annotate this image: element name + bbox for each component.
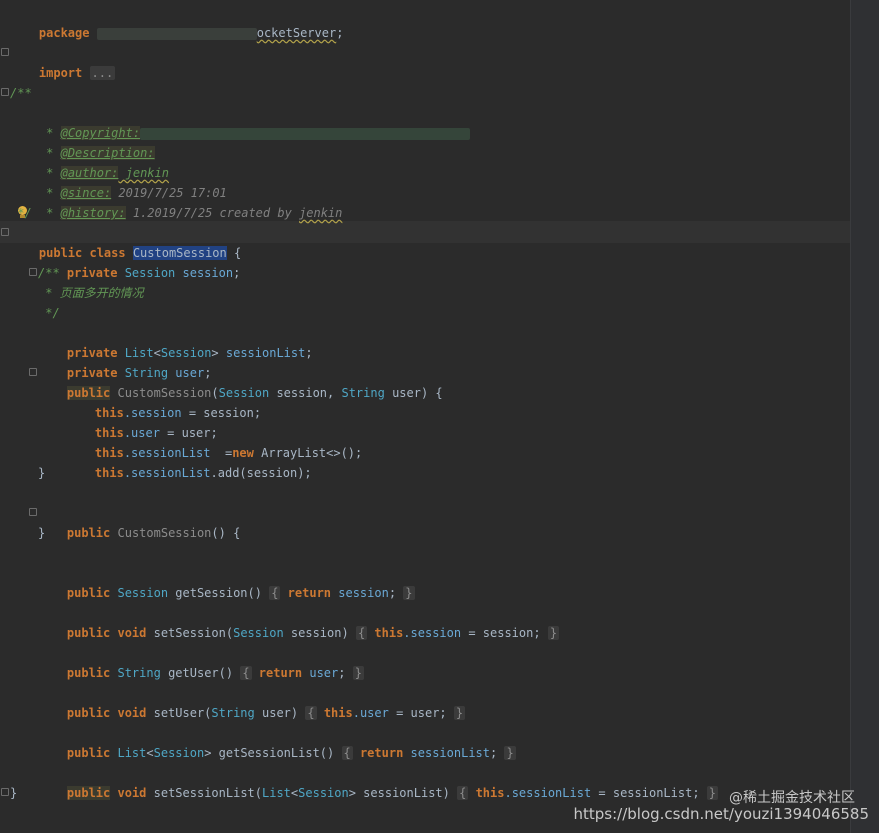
redacted-text (96, 27, 257, 40)
field-session: private Session session; (66, 266, 241, 280)
ctor-close-brace: } (38, 466, 46, 480)
method-setsessionlist: public void setSessionList(List<Session>… (66, 786, 719, 800)
import-line: import ... (38, 66, 116, 80)
class-declaration: public class CustomSession { (38, 246, 242, 260)
doc-description: * @Description: (38, 146, 155, 160)
collapsed-imports[interactable]: ... (89, 66, 116, 80)
redacted-text (140, 127, 471, 140)
method-getsession: public Session getSession() { return ses… (66, 586, 415, 600)
class-close-brace: } (10, 786, 18, 800)
constructor-declaration: public CustomSession(Session session, St… (66, 386, 443, 400)
doc-comment-open: /** (10, 86, 32, 100)
doc-copyright: * @Copyright: (10, 103, 471, 140)
fold-marker-icon[interactable] (1, 88, 9, 96)
fold-marker-icon[interactable] (1, 48, 9, 56)
package-line: package ocketServer; (38, 26, 344, 40)
fold-marker-icon[interactable] (1, 788, 9, 796)
ctor-body-line: this.sessionList =new ArrayList<>(); (94, 446, 363, 460)
fold-marker-icon[interactable] (29, 368, 37, 376)
field-sessionlist: private List<Session> sessionList; (66, 346, 313, 360)
comment-open: /** (38, 266, 60, 280)
scrollbar-gutter[interactable] (850, 0, 879, 833)
doc-since: * @since: 2019/7/25 17:01 (38, 186, 227, 200)
constructor-default: public CustomSession() { (66, 526, 241, 540)
method-getsessionlist: public List<Session> getSessionList() { … (66, 746, 516, 760)
watermark-juejin: @稀土掘金技术社区 (729, 790, 855, 806)
doc-history: * @history: 1.2019/7/25 created by jenki… (38, 206, 343, 220)
field-user: private String user; (66, 366, 212, 380)
fold-marker-icon[interactable] (29, 508, 37, 516)
doc-author: * @author: jenkin (38, 166, 169, 180)
ctor2-close-brace: } (38, 526, 46, 540)
fold-marker-icon[interactable] (29, 268, 37, 276)
ctor-body-line: this.sessionList.add(session); (94, 466, 312, 480)
comment-close: */ (38, 306, 60, 320)
fold-marker-icon[interactable] (1, 228, 9, 236)
method-setuser: public void setUser(String user) { this.… (66, 706, 466, 720)
watermark-csdn: https://blog.csdn.net/youzi1394046585 (573, 805, 870, 823)
comment-body: * 页面多开的情况 (38, 286, 144, 300)
method-getuser: public String getUser() { return user; } (66, 666, 364, 680)
doc-comment-close: */ (10, 206, 32, 220)
code-editor[interactable]: package ocketServer; import ... /** * @C… (0, 0, 879, 833)
ctor-body-line: this.session = session; (94, 406, 262, 420)
ctor-body-line: this.user = user; (94, 426, 218, 440)
method-setsession: public void setSession(Session session) … (66, 626, 560, 640)
